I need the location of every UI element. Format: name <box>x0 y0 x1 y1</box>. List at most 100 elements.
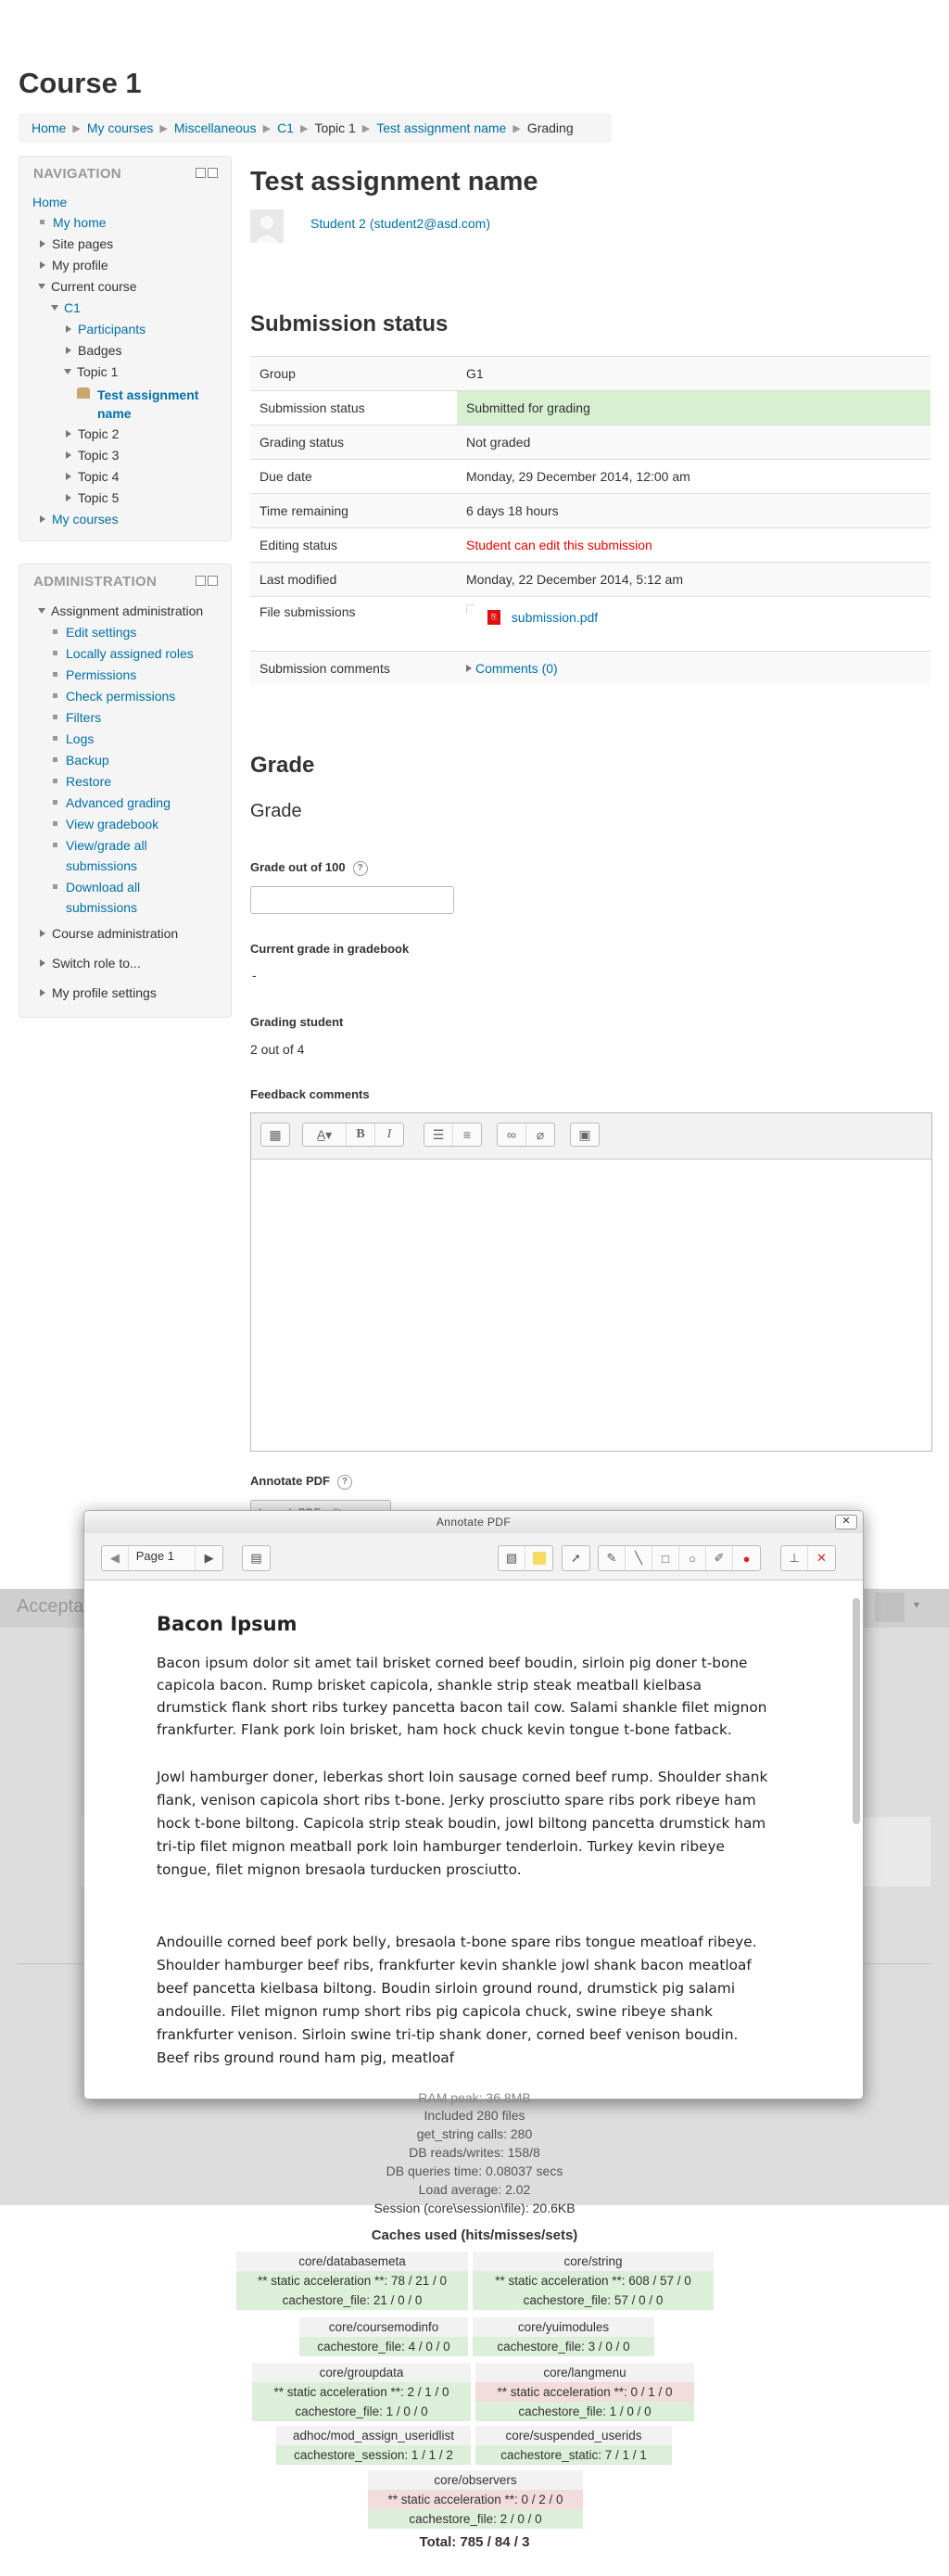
dock-icon[interactable] <box>196 168 206 178</box>
collapse-arrow-icon[interactable] <box>38 284 45 289</box>
dock-icon[interactable] <box>196 576 206 586</box>
collapse-icon[interactable] <box>208 168 218 178</box>
breadcrumb-miscellaneous[interactable]: Miscellaneous <box>174 121 257 135</box>
nav-topic3[interactable]: Topic 3 <box>78 448 119 463</box>
nav-topic2[interactable]: Topic 2 <box>78 426 119 441</box>
previous-page-icon[interactable]: ◀ <box>102 1546 129 1570</box>
cache-name: adhoc/mod_assign_useridlist <box>276 2426 471 2445</box>
ordered-list-icon[interactable]: ≡ <box>453 1123 481 1146</box>
breadcrumb-home[interactable]: Home <box>32 121 66 135</box>
breadcrumb-c1[interactable]: C1 <box>277 121 294 135</box>
expand-arrow-icon[interactable] <box>40 959 45 967</box>
nav-topic1[interactable]: Topic 1 <box>77 364 118 379</box>
feedback-textarea[interactable] <box>251 1160 931 1451</box>
admin-advanced-grading[interactable]: Advanced grading <box>66 795 171 810</box>
nav-my-profile[interactable]: My profile <box>52 258 108 273</box>
admin-download-all[interactable]: Download all <box>66 880 140 895</box>
admin-my-profile-settings[interactable]: My profile settings <box>52 985 157 1000</box>
expand-arrow-icon[interactable] <box>40 515 45 523</box>
stamp-remove-icon[interactable]: ✕ <box>808 1546 835 1570</box>
comment-icon[interactable]: ▧ <box>499 1546 525 1570</box>
nav-assignment-line1[interactable]: Test assignment <box>97 386 198 404</box>
expand-arrow-icon[interactable] <box>66 430 71 438</box>
rectangle-icon[interactable]: □ <box>652 1546 679 1570</box>
breadcrumb-my-courses[interactable]: My courses <box>87 121 154 135</box>
pen-icon[interactable]: ✎ <box>599 1546 626 1570</box>
admin-assignment-administration[interactable]: Assignment administration <box>51 603 203 618</box>
cache-file-stats: cachestore_file: 2 / 0 / 0 <box>368 2509 583 2529</box>
link-icon[interactable]: ∞ <box>498 1123 526 1146</box>
stamp-icon[interactable]: ⊥ <box>781 1546 808 1570</box>
expand-arrow-icon[interactable] <box>66 347 71 354</box>
grade-input[interactable] <box>250 886 454 914</box>
nav-participants[interactable]: Participants <box>78 322 146 336</box>
admin-filters[interactable]: Filters <box>66 710 101 725</box>
line-icon[interactable]: ╲ <box>626 1546 652 1570</box>
expand-arrow-icon[interactable] <box>66 325 71 333</box>
nav-site-pages[interactable]: Site pages <box>52 236 113 251</box>
admin-locally-assigned-roles[interactable]: Locally assigned roles <box>66 646 194 661</box>
admin-view-grade-all[interactable]: View/grade all <box>66 838 147 853</box>
unlink-icon[interactable]: ⌀ <box>526 1123 554 1146</box>
admin-backup[interactable]: Backup <box>66 753 109 768</box>
expand-arrow-icon[interactable] <box>40 930 45 937</box>
close-icon[interactable]: ✕ <box>835 1515 857 1529</box>
admin-course-administration[interactable]: Course administration <box>52 926 178 941</box>
highlight-icon[interactable]: ✐ <box>706 1546 733 1570</box>
nav-badges[interactable]: Badges <box>78 343 121 358</box>
admin-switch-role[interactable]: Switch role to... <box>52 956 141 971</box>
expand-arrow-icon[interactable] <box>40 989 45 996</box>
submission-file-link[interactable]: submission.pdf <box>512 610 598 625</box>
admin-download-all-line2[interactable]: submissions <box>66 900 137 915</box>
expand-arrow-icon[interactable] <box>66 494 71 501</box>
student-link[interactable]: Student 2 (student2@asd.com) <box>310 216 490 231</box>
nav-my-home[interactable]: My home <box>53 215 107 230</box>
image-icon[interactable]: ▣ <box>571 1123 599 1146</box>
nav-c1[interactable]: C1 <box>64 300 81 315</box>
annotate-pdf-dialog: Annotate PDF ✕ ◀ Page 1 ▶ ▤ ▧ ➚ ✎ ╲ □ ○ … <box>83 1510 864 2100</box>
expand-arrow-icon[interactable] <box>40 240 45 247</box>
help-icon[interactable]: ? <box>352 861 368 876</box>
oval-icon[interactable]: ○ <box>679 1546 706 1570</box>
collapse-icon[interactable] <box>208 576 218 586</box>
pdf-scrollbar[interactable] <box>853 1598 860 1824</box>
admin-view-gradebook[interactable]: View gradebook <box>66 817 158 831</box>
admin-permissions[interactable]: Permissions <box>66 667 136 682</box>
admin-edit-settings[interactable]: Edit settings <box>66 625 136 640</box>
font-style-icon[interactable]: A̲▾ <box>303 1123 347 1146</box>
next-page-icon[interactable]: ▶ <box>196 1546 222 1570</box>
toolbar-toggle-icon[interactable]: ▦ <box>261 1123 289 1146</box>
bold-icon[interactable]: B <box>347 1123 375 1146</box>
nav-topic5[interactable]: Topic 5 <box>78 490 119 505</box>
expand-arrow-icon[interactable] <box>466 665 472 672</box>
admin-view-grade-all-line2[interactable]: submissions <box>66 858 137 873</box>
admin-check-permissions[interactable]: Check permissions <box>66 689 175 704</box>
color-drop-icon[interactable]: ● <box>733 1546 760 1570</box>
breadcrumb-assignment[interactable]: Test assignment name <box>376 121 506 135</box>
select-pointer-icon[interactable]: ➚ <box>563 1546 589 1570</box>
unordered-list-icon[interactable]: ☰ <box>424 1123 453 1146</box>
expand-arrow-icon[interactable] <box>66 451 71 459</box>
collapse-arrow-icon[interactable] <box>64 369 71 374</box>
admin-logs[interactable]: Logs <box>66 731 94 746</box>
nav-topic4[interactable]: Topic 4 <box>78 469 119 484</box>
search-comments-icon[interactable]: ▤ <box>243 1546 270 1570</box>
expand-arrow-icon[interactable] <box>66 473 71 480</box>
nav-home[interactable]: Home <box>32 195 67 209</box>
italic-icon[interactable]: I <box>375 1123 403 1146</box>
nav-my-courses[interactable]: My courses <box>52 512 119 527</box>
nav-current-course[interactable]: Current course <box>51 279 137 294</box>
collapse-arrow-icon[interactable] <box>38 608 45 614</box>
help-icon[interactable]: ? <box>336 1475 352 1490</box>
expand-arrow-icon[interactable] <box>40 261 45 269</box>
collapse-arrow-icon[interactable] <box>51 305 58 311</box>
page-select[interactable]: Page 1 <box>129 1546 196 1570</box>
admin-restore[interactable]: Restore <box>66 774 111 789</box>
comment-color-icon[interactable] <box>525 1546 552 1570</box>
comments-link[interactable]: Comments (0) <box>475 661 558 676</box>
toolbar-group: ⊥ ✕ <box>780 1545 836 1571</box>
pdf-toolbar: ◀ Page 1 ▶ ▤ ▧ ➚ ✎ ╲ □ ○ ✐ ● ⊥ ✕ <box>84 1533 863 1580</box>
cache-file-stats: cachestore_file: 1 / 0 / 0 <box>475 2402 694 2421</box>
nav-assignment-line2[interactable]: name <box>97 404 132 423</box>
feedback-editor: ▦ A̲▾ B I ☰ ≡ ∞ ⌀ ▣ <box>250 1112 932 1452</box>
